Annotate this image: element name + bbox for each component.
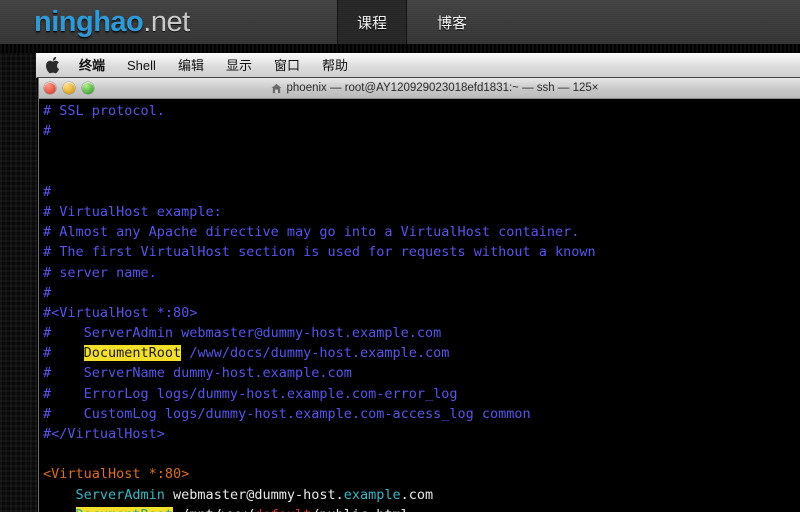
terminal-text-segment: webmaster@dummy-host.: [164, 486, 344, 503]
nav-tab-kecheng-label: 课程: [356, 14, 387, 32]
terminal-text-segment: /www/docs/dummy-host.example.com: [181, 345, 450, 362]
terminal-line: #: [39, 283, 800, 303]
terminal-text-segment: # VirtualHost example:: [43, 203, 222, 220]
terminal-title: phoenix — root@AY120929023018efd1831:~ —…: [39, 82, 800, 94]
terminal-text-segment: #<VirtualHost *:80>: [43, 304, 198, 321]
menu-item-view[interactable]: 显示: [215, 53, 263, 78]
terminal-text-segment: /mnt/www/: [173, 507, 254, 512]
mac-menu-bar: 终端 Shell 编辑 显示 窗口 帮助: [36, 53, 800, 78]
terminal-line: # server name.: [39, 263, 800, 283]
menu-item-edit[interactable]: 编辑: [167, 53, 215, 78]
terminal-text-segment: # The first VirtualHost section is used …: [43, 244, 596, 261]
menu-item-window[interactable]: 窗口: [263, 53, 311, 78]
close-button[interactable]: [44, 82, 56, 94]
terminal-text-segment: #: [43, 123, 52, 140]
terminal-text-segment: DocumentRoot: [83, 345, 182, 362]
menu-item-terminal[interactable]: 终端: [68, 53, 116, 78]
terminal-title-text: phoenix — root@AY120929023018efd1831:~ —…: [286, 82, 599, 94]
menu-item-shell[interactable]: Shell: [116, 53, 167, 78]
terminal-text-segment: # server name.: [43, 264, 157, 281]
terminal-text-segment: # SSL protocol.: [43, 103, 165, 119]
terminal-text-segment: <VirtualHost *:80>: [43, 466, 190, 483]
terminal-line: #: [39, 121, 800, 141]
terminal-titlebar[interactable]: phoenix — root@AY120929023018efd1831:~ —…: [39, 78, 800, 99]
site-logo[interactable]: ninghao.net: [34, 6, 190, 38]
terminal-window: phoenix — root@AY120929023018efd1831:~ —…: [38, 78, 800, 512]
terminal-text-segment: #: [43, 284, 52, 301]
logo-brand: ninghao: [34, 6, 144, 38]
terminal-line: #: [39, 182, 800, 202]
terminal-line: # VirtualHost example:: [39, 202, 800, 222]
terminal-text-segment: #: [43, 345, 84, 362]
terminal-line: ServerAdmin webmaster@dummy-host.example…: [39, 485, 800, 505]
terminal-line: # Almost any Apache directive may go int…: [39, 222, 800, 242]
terminal-text-segment: .com: [400, 486, 434, 503]
terminal-text-segment: ServerAdmin: [75, 486, 165, 503]
terminal-text-segment: # CustomLog logs/dummy-host.example.com-…: [43, 405, 531, 422]
terminal-text-segment: # ServerAdmin webmaster@dummy-host.examp…: [43, 325, 442, 342]
terminal-line: # ErrorLog logs/dummy-host.example.com-e…: [39, 384, 800, 404]
terminal-line: # ServerAdmin webmaster@dummy-host.examp…: [39, 323, 800, 343]
terminal-line: <VirtualHost *:80>: [39, 464, 800, 484]
terminal-text-segment: /public_html: [311, 507, 409, 512]
terminal-text-segment: example: [343, 486, 401, 503]
home-icon: [271, 83, 282, 94]
window-controls: [44, 82, 94, 94]
terminal-line: #</VirtualHost>: [39, 424, 800, 444]
terminal-line: # SSL protocol.: [39, 101, 800, 121]
terminal-text-segment: #</VirtualHost>: [43, 426, 165, 442]
zoom-button[interactable]: [82, 82, 94, 94]
terminal-line: # CustomLog logs/dummy-host.example.com-…: [39, 404, 800, 424]
terminal-text-segment: default: [254, 507, 311, 512]
nav-tab-boke[interactable]: 博客: [417, 0, 487, 44]
site-header: ninghao.net 课程 博客: [0, 0, 800, 44]
logo-tld: .net: [143, 6, 190, 38]
terminal-line: # ServerName dummy-host.example.com: [39, 363, 800, 383]
terminal-line: DocumentRoot /mnt/www/default/public_htm…: [39, 505, 800, 512]
terminal-line: #<VirtualHost *:80>: [39, 303, 800, 323]
terminal-line: # The first VirtualHost section is used …: [39, 242, 800, 262]
terminal-text-segment: # ErrorLog logs/dummy-host.example.com-e…: [43, 385, 458, 402]
terminal-text-segment: # ServerName dummy-host.example.com: [43, 365, 352, 382]
nav-tab-boke-label: 博客: [436, 14, 467, 32]
nav-tab-kecheng[interactable]: 课程: [337, 0, 407, 44]
terminal-output[interactable]: # SSL protocol. # # # VirtualHost example:…: [39, 99, 800, 512]
menu-item-help[interactable]: 帮助: [311, 53, 359, 78]
terminal-text-segment: #: [43, 183, 52, 200]
terminal-text-segment: DocumentRoot: [75, 506, 174, 512]
screen: ninghao.net 课程 博客 终端 Shell 编辑 显示 窗口 帮助 p…: [0, 0, 800, 512]
minimize-button[interactable]: [63, 82, 75, 94]
terminal-line: # DocumentRoot /www/docs/dummy-host.exam…: [39, 343, 800, 363]
terminal-text-segment: # Almost any Apache directive may go int…: [43, 224, 580, 241]
apple-icon[interactable]: [46, 56, 62, 75]
